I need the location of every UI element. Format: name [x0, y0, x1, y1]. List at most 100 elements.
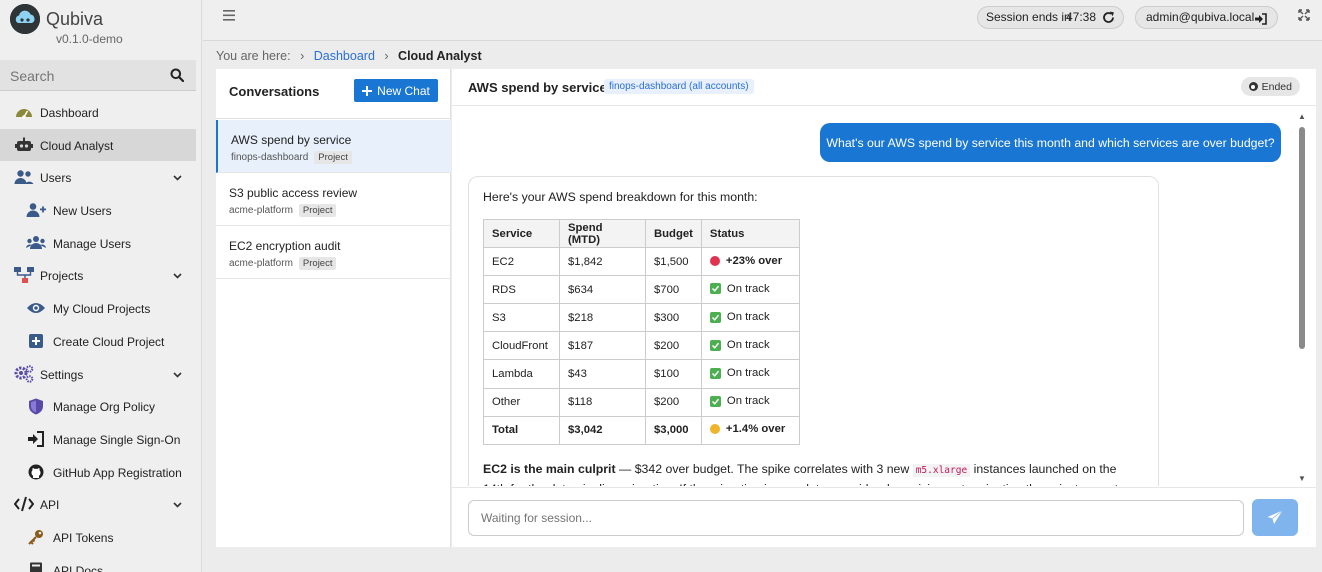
yellow-circle-icon [709, 424, 720, 435]
conversation-meta: acme-platform Project [229, 204, 337, 217]
send-button[interactable] [1252, 499, 1298, 536]
conversation-item[interactable]: EC2 encryption audit acme-platform Proje… [216, 226, 451, 279]
sidebar-item-api-tokens[interactable]: API Tokens [0, 521, 196, 554]
sidebar-item-users[interactable]: Users [0, 161, 196, 194]
table-cell-service: CloudFront [483, 331, 560, 361]
status-text: On track [726, 367, 770, 380]
topbar: Session ends in 47:38 admin@qubiva.local [203, 0, 1322, 41]
user-menu[interactable]: admin@qubiva.local [1135, 6, 1278, 29]
chevron-down-icon [173, 498, 182, 512]
sidebar-item-settings[interactable]: Settings [0, 358, 196, 391]
sidebar-item-create-cloud-project[interactable]: Create Cloud Project [0, 325, 196, 358]
table-cell-service: EC2 [483, 247, 560, 277]
conversation-item[interactable]: AWS spend by service finops-dashboard Pr… [216, 120, 451, 173]
user-message: What's our AWS spend by service this mon… [820, 123, 1281, 162]
sidebar-item-label: API Tokens [53, 530, 114, 545]
conversation-meta: finops-dashboard Project [231, 151, 352, 164]
table-row: Lambda $43 $100 On track [483, 359, 800, 389]
search-input[interactable] [0, 60, 160, 91]
search-icon[interactable] [170, 68, 185, 85]
sidebar-item-label: API [40, 498, 60, 513]
sidebar-item-label: Dashboard [40, 106, 99, 120]
sidebar-item-label: Settings [40, 367, 84, 382]
table-cell-service: S3 [483, 303, 560, 333]
eye-icon [26, 299, 46, 317]
table-row: Total $3,042 $3,000 +1.4% over [483, 415, 800, 445]
table-header: Status [700, 218, 800, 249]
chevron-down-icon [173, 171, 182, 185]
check-icon [709, 311, 721, 323]
table-cell-status: On track [700, 331, 800, 361]
table-cell-budget: $100 [645, 359, 702, 389]
conversation-account: finops-dashboard [231, 152, 309, 163]
brand[interactable]: Qubiva v0.1.0-demo [10, 4, 200, 50]
logo-icon [10, 4, 40, 34]
sidebar-item-github-app[interactable]: GitHub App Registration [0, 456, 196, 489]
sidebar-item-new-users[interactable]: New Users [0, 194, 196, 227]
scroll-up-icon[interactable]: ▲ [1298, 112, 1306, 121]
book-icon [26, 561, 46, 572]
table-cell-status: On track [700, 275, 800, 305]
check-icon [709, 283, 721, 295]
fullscreen-icon[interactable] [1298, 9, 1310, 24]
users-icon [14, 168, 34, 186]
search-box [0, 60, 196, 91]
code-icon [14, 495, 34, 513]
table-cell-budget: $200 [645, 331, 702, 361]
dashboard-icon [14, 103, 34, 121]
sidebar-item-api[interactable]: API [0, 488, 196, 521]
scroll-down-icon[interactable]: ▼ [1298, 474, 1306, 483]
users-cog-icon [26, 234, 46, 252]
logout-icon[interactable] [1254, 11, 1267, 32]
conversation-title: S3 public access review [229, 186, 358, 200]
message-scrollbar[interactable]: ▲ ▼ [1298, 112, 1306, 486]
conversation-meta: acme-platform Project [229, 257, 337, 270]
red-circle-icon [709, 255, 720, 266]
new-chat-label: New Chat [377, 83, 430, 98]
breadcrumb-separator: › [384, 49, 389, 63]
shield-icon [26, 397, 46, 415]
table-header-row: Service Spend (MTD) Budget Status [483, 218, 800, 249]
sidebar-item-manage-org-policy[interactable]: Manage Org Policy [0, 390, 196, 423]
sidebar-item-api-docs[interactable]: API Docs [0, 554, 196, 572]
plus-icon [362, 85, 373, 96]
conversations-header: Conversations New Chat [216, 69, 451, 119]
assistant-intro: Here's your AWS spend breakdown for this… [483, 190, 758, 204]
status-badge: Ended [1240, 77, 1300, 96]
check-icon [709, 339, 721, 351]
status-text: On track [726, 311, 770, 324]
conversation-list: AWS spend by service finops-dashboard Pr… [216, 120, 451, 279]
breadcrumb-separator: › [300, 49, 305, 63]
table-cell-budget: $3,000 [645, 415, 702, 445]
table-cell-spend: $43 [559, 359, 646, 389]
table-row: EC2 $1,842 $1,500 +23% over [483, 247, 800, 277]
check-icon [709, 367, 721, 379]
project-badge: finops-dashboard (all accounts) [604, 79, 754, 94]
refresh-icon[interactable] [1102, 10, 1115, 31]
sidebar-item-dashboard[interactable]: Dashboard [0, 96, 196, 129]
table-row: RDS $634 $700 On track [483, 275, 800, 305]
message-input[interactable] [468, 500, 1244, 536]
table-cell-spend: $3,042 [559, 415, 646, 445]
sidebar-item-manage-sso[interactable]: Manage Single Sign-On [0, 423, 196, 456]
sidebar-item-projects[interactable]: Projects [0, 259, 196, 292]
sidebar-item-manage-users[interactable]: Manage Users [0, 227, 196, 260]
conversation-item[interactable]: S3 public access review acme-platform Pr… [216, 173, 451, 226]
sidebar-item-my-cloud-projects[interactable]: My Cloud Projects [0, 292, 196, 325]
brand-name: Qubiva [46, 9, 104, 29]
scroll-thumb[interactable] [1299, 127, 1305, 349]
status-text: +1.4% over [725, 423, 786, 436]
table-cell-spend: $634 [559, 275, 646, 305]
breadcrumb-link-dashboard[interactable]: Dashboard [314, 49, 375, 63]
conversation-account: acme-platform [229, 205, 293, 216]
status-text: +23% over [725, 254, 783, 267]
table-cell-status: On track [700, 303, 800, 333]
session-label: Session ends in [986, 10, 1071, 24]
github-icon [26, 463, 46, 481]
new-chat-button[interactable]: New Chat [354, 79, 438, 102]
conversation-account: acme-platform [229, 258, 293, 269]
send-icon [1267, 510, 1283, 524]
sidebar-item-cloud-analyst[interactable]: Cloud Analyst [0, 128, 196, 162]
table-cell-service: RDS [483, 275, 560, 305]
hamburger-menu-icon[interactable] [223, 8, 235, 26]
